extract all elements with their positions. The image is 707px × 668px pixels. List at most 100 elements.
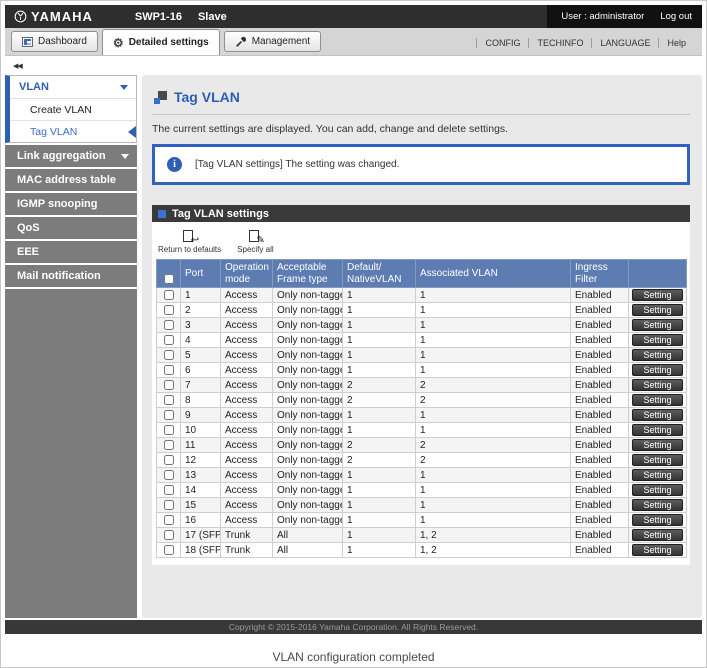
port-cell: 1 [181,288,221,303]
utility-link[interactable]: TECHINFO [528,38,591,48]
tab-dashboard[interactable]: Dashboard [11,31,98,52]
setting-button[interactable]: Setting [632,484,682,496]
row-checkbox[interactable] [164,485,174,495]
row-checkbox[interactable] [164,425,174,435]
sidebar-item[interactable]: IGMP snooping [5,193,137,215]
frame-type-cell: All [273,528,343,543]
ingress-filter-cell: Enabled [571,318,629,333]
sidebar-item[interactable]: MAC address table [5,169,137,191]
row-checkbox[interactable] [164,290,174,300]
tab-detailed-settings-label: Detailed settings [129,37,209,48]
select-all-header-cell [157,260,181,288]
sidebar-item-vlan[interactable]: VLAN [10,76,136,98]
operation-mode-cell: Access [221,483,273,498]
setting-button[interactable]: Setting [632,304,682,316]
sidebar-item-tag-vlan[interactable]: Tag VLAN [10,120,136,142]
sidebar-item[interactable]: EEE [5,241,137,263]
row-checkbox[interactable] [164,320,174,330]
setting-button[interactable]: Setting [632,349,682,361]
utility-link[interactable]: Help [658,38,694,48]
table-row: 12 Access Only non-tagged 2 2 Enabled Se… [157,453,687,468]
return-to-defaults-button[interactable]: ↩ Return to defaults [158,230,221,254]
ingress-filter-cell: Enabled [571,543,629,558]
setting-button[interactable]: Setting [632,499,682,511]
setting-button[interactable]: Setting [632,469,682,481]
sidebar-item[interactable]: Link aggregation [5,145,137,167]
operation-mode-cell: Access [221,423,273,438]
port-cell: 12 [181,453,221,468]
frame-type-cell: Only non-tagged [273,348,343,363]
row-checkbox[interactable] [164,380,174,390]
setting-button[interactable]: Setting [632,289,682,301]
table-row: 16 Access Only non-tagged 1 1 Enabled Se… [157,513,687,528]
select-all-checkbox[interactable] [164,274,174,284]
row-checkbox[interactable] [164,470,174,480]
action-cell: Setting [629,393,687,408]
setting-button[interactable]: Setting [632,454,682,466]
ingress-filter-cell: Enabled [571,453,629,468]
row-checkbox[interactable] [164,440,174,450]
sidebar-collapse-button[interactable]: ◀◀ [13,62,22,70]
ingress-filter-cell: Enabled [571,393,629,408]
port-cell: 15 [181,498,221,513]
row-checkbox[interactable] [164,395,174,405]
table-row: 9 Access Only non-tagged 1 1 Enabled Set… [157,408,687,423]
row-checkbox[interactable] [164,305,174,315]
port-cell: 13 [181,468,221,483]
native-vlan-cell: 1 [343,498,416,513]
row-checkbox[interactable] [164,365,174,375]
return-to-defaults-label: Return to defaults [158,245,221,254]
table-row: 11 Access Only non-tagged 2 2 Enabled Se… [157,438,687,453]
row-checkbox[interactable] [164,455,174,465]
row-select-cell [157,438,181,453]
frame-type-cell: Only non-tagged [273,498,343,513]
row-checkbox[interactable] [164,335,174,345]
row-checkbox[interactable] [164,545,174,555]
row-checkbox[interactable] [164,500,174,510]
row-checkbox[interactable] [164,530,174,540]
logout-link[interactable]: Log out [660,11,692,22]
utility-link[interactable]: LANGUAGE [591,38,658,48]
setting-button[interactable]: Setting [632,319,682,331]
sidebar-filler [5,289,137,618]
sidebar-item-create-vlan[interactable]: Create VLAN [10,98,136,120]
setting-button[interactable]: Setting [632,544,682,556]
setting-button[interactable]: Setting [632,424,682,436]
tab-detailed-settings[interactable]: ⚙ Detailed settings [102,29,220,55]
sidebar-item[interactable]: Mail notification [5,265,137,287]
action-cell: Setting [629,408,687,423]
setting-button[interactable]: Setting [632,364,682,376]
frame-type-cell: All [273,543,343,558]
associated-vlan-cell: 1 [416,333,571,348]
frame-type-cell: Only non-tagged [273,423,343,438]
setting-button[interactable]: Setting [632,514,682,526]
row-select-cell [157,363,181,378]
setting-button[interactable]: Setting [632,394,682,406]
setting-button[interactable]: Setting [632,529,682,541]
associated-vlan-cell: 1 [416,288,571,303]
tab-management[interactable]: Management [224,31,321,52]
setting-button[interactable]: Setting [632,379,682,391]
table-row: 8 Access Only non-tagged 2 2 Enabled Set… [157,393,687,408]
device-mode-badge: Slave [198,11,227,23]
row-checkbox[interactable] [164,515,174,525]
setting-button[interactable]: Setting [632,334,682,346]
action-cell: Setting [629,303,687,318]
ingress-filter-cell: Enabled [571,528,629,543]
setting-button[interactable]: Setting [632,439,682,451]
page-title-row: Tag VLAN [152,89,690,105]
native-vlan-cell: 1 [343,468,416,483]
column-header: Port [181,260,221,288]
specify-all-button[interactable]: ✎ Specify all [237,230,273,254]
frame-type-cell: Only non-tagged [273,318,343,333]
row-checkbox[interactable] [164,350,174,360]
sidebar-item[interactable]: QoS [5,217,137,239]
row-checkbox[interactable] [164,410,174,420]
sidebar-item-label: IGMP snooping [17,198,97,210]
native-vlan-cell: 2 [343,453,416,468]
utility-link[interactable]: CONFIG [476,38,528,48]
dashboard-icon [22,37,33,47]
device-model: SWP1-16 [135,11,182,23]
port-cell: 4 [181,333,221,348]
setting-button[interactable]: Setting [632,409,682,421]
